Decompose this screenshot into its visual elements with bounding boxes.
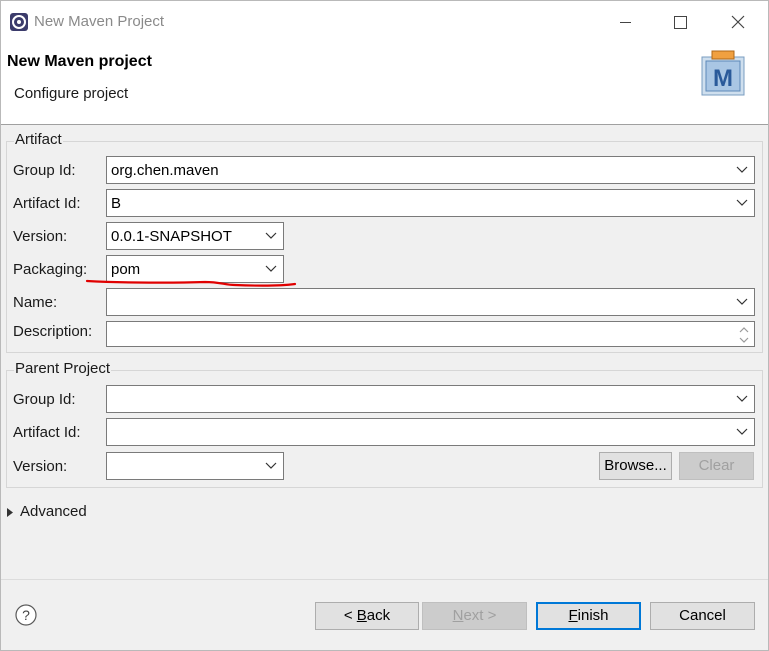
group-id-value: org.chen.maven	[111, 162, 219, 179]
packaging-value: pom	[111, 261, 141, 278]
chevron-down-icon	[736, 166, 748, 173]
artifact-id-value: B	[111, 195, 122, 212]
name-label: Name:	[13, 294, 58, 311]
new-maven-project-dialog: New Maven Project New Maven project Conf…	[0, 0, 769, 651]
name-combo[interactable]	[106, 288, 755, 316]
parent-artifact-id-label: Artifact Id:	[13, 424, 81, 441]
group-id-label: Group Id:	[13, 162, 76, 179]
scroll-arrows-icon[interactable]	[738, 324, 750, 346]
artifact-legend: Artifact	[14, 131, 63, 148]
group-id-combo[interactable]: org.chen.maven	[106, 156, 755, 184]
close-icon[interactable]	[721, 9, 755, 35]
parent-group-id-label: Group Id:	[13, 391, 76, 408]
clear-button[interactable]: Clear	[679, 452, 754, 480]
next-button[interactable]: Next >	[422, 602, 527, 630]
chevron-down-icon	[265, 462, 277, 469]
chevron-down-icon	[736, 298, 748, 305]
footer-separator	[1, 579, 768, 580]
chevron-down-icon	[736, 395, 748, 402]
svg-text:?: ?	[22, 607, 30, 623]
maximize-icon[interactable]	[663, 9, 697, 35]
cancel-button[interactable]: Cancel	[650, 602, 755, 630]
maven-logo-letter: M	[713, 65, 733, 92]
version-combo[interactable]: 0.0.1-SNAPSHOT	[106, 222, 284, 250]
window-title: New Maven Project	[34, 13, 165, 30]
title-bar: New Maven Project	[1, 1, 768, 43]
description-label: Description:	[13, 323, 93, 340]
artifact-id-combo[interactable]: B	[106, 189, 755, 217]
version-value: 0.0.1-SNAPSHOT	[111, 228, 232, 245]
advanced-label: Advanced	[20, 503, 87, 520]
minimize-icon[interactable]	[609, 9, 643, 35]
parent-group-id-combo[interactable]	[106, 385, 755, 413]
parent-project-legend: Parent Project	[14, 360, 112, 377]
wizard-header: New Maven project Configure project M	[1, 43, 768, 125]
chevron-down-icon	[736, 428, 748, 435]
parent-version-combo[interactable]	[106, 452, 284, 480]
finish-button[interactable]: Finish	[536, 602, 641, 630]
page-subtitle: Configure project	[14, 85, 129, 102]
browse-button[interactable]: Browse...	[599, 452, 672, 480]
parent-version-label: Version:	[13, 458, 68, 475]
page-title: New Maven project	[7, 53, 152, 70]
expand-triangle-icon	[7, 508, 13, 517]
version-label: Version:	[13, 228, 68, 245]
chevron-down-icon	[265, 265, 277, 272]
back-button[interactable]: < Back	[315, 602, 419, 630]
maven-logo-icon: M	[701, 50, 745, 96]
help-icon[interactable]: ?	[15, 604, 37, 626]
packaging-label: Packaging:	[13, 261, 88, 278]
eclipse-app-icon	[10, 13, 28, 31]
chevron-down-icon	[736, 199, 748, 206]
artifact-id-label: Artifact Id:	[13, 195, 81, 212]
parent-artifact-id-combo[interactable]	[106, 418, 755, 446]
chevron-down-icon	[265, 232, 277, 239]
description-field[interactable]	[106, 321, 755, 347]
